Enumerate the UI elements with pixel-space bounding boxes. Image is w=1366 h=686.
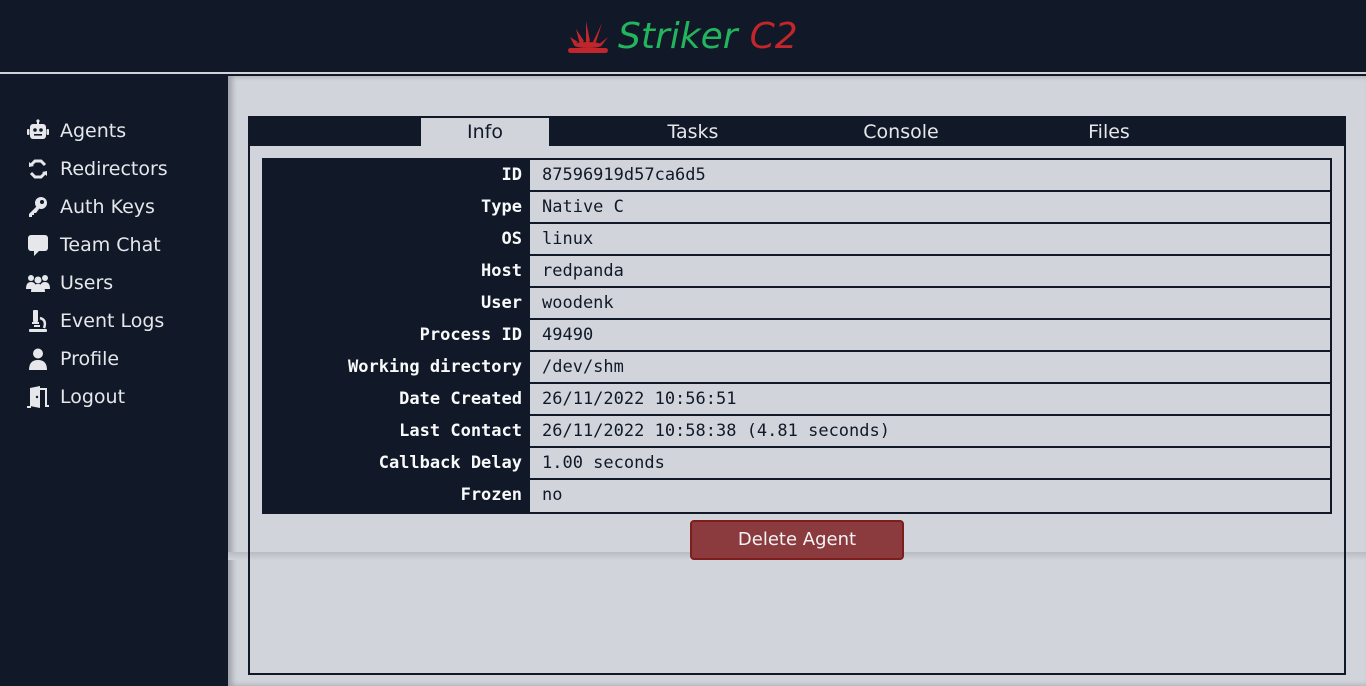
sidebar-item-label: Profile <box>60 348 120 370</box>
row-key: Working directory <box>264 352 530 382</box>
row-value: redpanda <box>530 256 1330 286</box>
sidebar-item-label: Agents <box>60 120 127 142</box>
microscope-icon <box>26 309 52 333</box>
main-content: Info Tasks Console Files ID 87596919d57ca… <box>228 76 1366 686</box>
row-key: User <box>264 288 530 318</box>
row-key: Process ID <box>264 320 530 350</box>
row-value: 26/11/2022 10:58:38 (4.81 seconds) <box>530 416 1330 446</box>
sidebar-item-team-chat[interactable]: Team Chat <box>26 230 161 260</box>
row-value: /dev/shm <box>530 352 1330 382</box>
table-row: Working directory/dev/shm <box>264 352 1330 384</box>
row-key: Last Contact <box>264 416 530 446</box>
brand-suffix: C2 <box>749 16 798 57</box>
row-value: woodenk <box>530 288 1330 318</box>
sidebar-item-label: Redirectors <box>60 158 168 180</box>
brand-name: Striker <box>618 16 738 57</box>
robot-icon <box>26 119 52 143</box>
sidebar-item-label: Team Chat <box>60 234 161 256</box>
row-value: 49490 <box>530 320 1330 350</box>
row-key: OS <box>264 224 530 254</box>
table-row: Date Created 26/11/2022 10:56:51 <box>264 384 1330 416</box>
sidebar-item-redirectors[interactable]: Redirectors <box>26 154 168 184</box>
table-row: Last Contact 26/11/2022 10:58:38 (4.81 se… <box>264 416 1330 448</box>
explosion-icon <box>566 17 610 57</box>
recycle-icon <box>26 157 52 181</box>
sidebar-item-logout[interactable]: Logout <box>26 382 125 412</box>
sidebar: Agents Redirectors Auth Keys Team Chat U… <box>0 76 228 686</box>
table-row: Callback Delay 1.00 seconds <box>264 448 1330 480</box>
app-header: Striker C2 <box>0 0 1366 74</box>
row-value: 87596919d57ca6d5 <box>530 160 1330 190</box>
row-key: Date Created <box>264 384 530 414</box>
tab-bar: Info Tasks Console Files <box>250 118 1344 146</box>
sidebar-item-label: Users <box>60 272 114 294</box>
row-value: 26/11/2022 10:56:51 <box>530 384 1330 414</box>
row-value: Native C <box>530 192 1330 222</box>
tab-files[interactable]: Files <box>1045 118 1173 146</box>
agent-info-table: ID 87596919d57ca6d5 Type Native C OS linux … <box>262 158 1332 514</box>
row-value: no <box>530 480 1330 512</box>
table-row: Host redpanda <box>264 256 1330 288</box>
row-key: Type <box>264 192 530 222</box>
sidebar-item-event-logs[interactable]: Event Logs <box>26 306 164 336</box>
table-row: Frozen no <box>264 480 1330 512</box>
table-row: Process ID 49490 <box>264 320 1330 352</box>
key-icon <box>26 195 52 219</box>
table-row: OS linux <box>264 224 1330 256</box>
sidebar-item-auth-keys[interactable]: Auth Keys <box>26 192 155 222</box>
sidebar-item-label: Event Logs <box>60 310 165 332</box>
sidebar-item-profile[interactable]: Profile <box>26 344 119 374</box>
door-icon <box>26 385 52 409</box>
brand-logo: Striker C2 <box>566 14 798 60</box>
sidebar-item-label: Auth Keys <box>60 196 155 218</box>
row-value: linux <box>530 224 1330 254</box>
table-row: Type Native C <box>264 192 1330 224</box>
tab-info[interactable]: Info <box>421 118 549 146</box>
row-key: Host <box>264 256 530 286</box>
row-key: Frozen <box>264 480 530 512</box>
sidebar-item-label: Logout <box>60 386 126 408</box>
tab-tasks[interactable]: Tasks <box>629 118 757 146</box>
sidebar-item-agents[interactable]: Agents <box>26 116 126 146</box>
row-key: ID <box>264 160 530 190</box>
tab-console[interactable]: Console <box>837 118 965 146</box>
row-value: 1.00 seconds <box>530 448 1330 478</box>
sidebar-item-users[interactable]: Users <box>26 268 113 298</box>
delete-agent-button[interactable]: Delete Agent <box>690 520 904 560</box>
person-icon <box>26 347 52 371</box>
agent-panel: Info Tasks Console Files ID 87596919d57ca… <box>248 116 1346 675</box>
table-row: User woodenk <box>264 288 1330 320</box>
row-key: Callback Delay <box>264 448 530 478</box>
table-row: ID 87596919d57ca6d5 <box>264 160 1330 192</box>
chat-bubble-icon <box>26 233 52 257</box>
users-icon <box>26 271 52 295</box>
